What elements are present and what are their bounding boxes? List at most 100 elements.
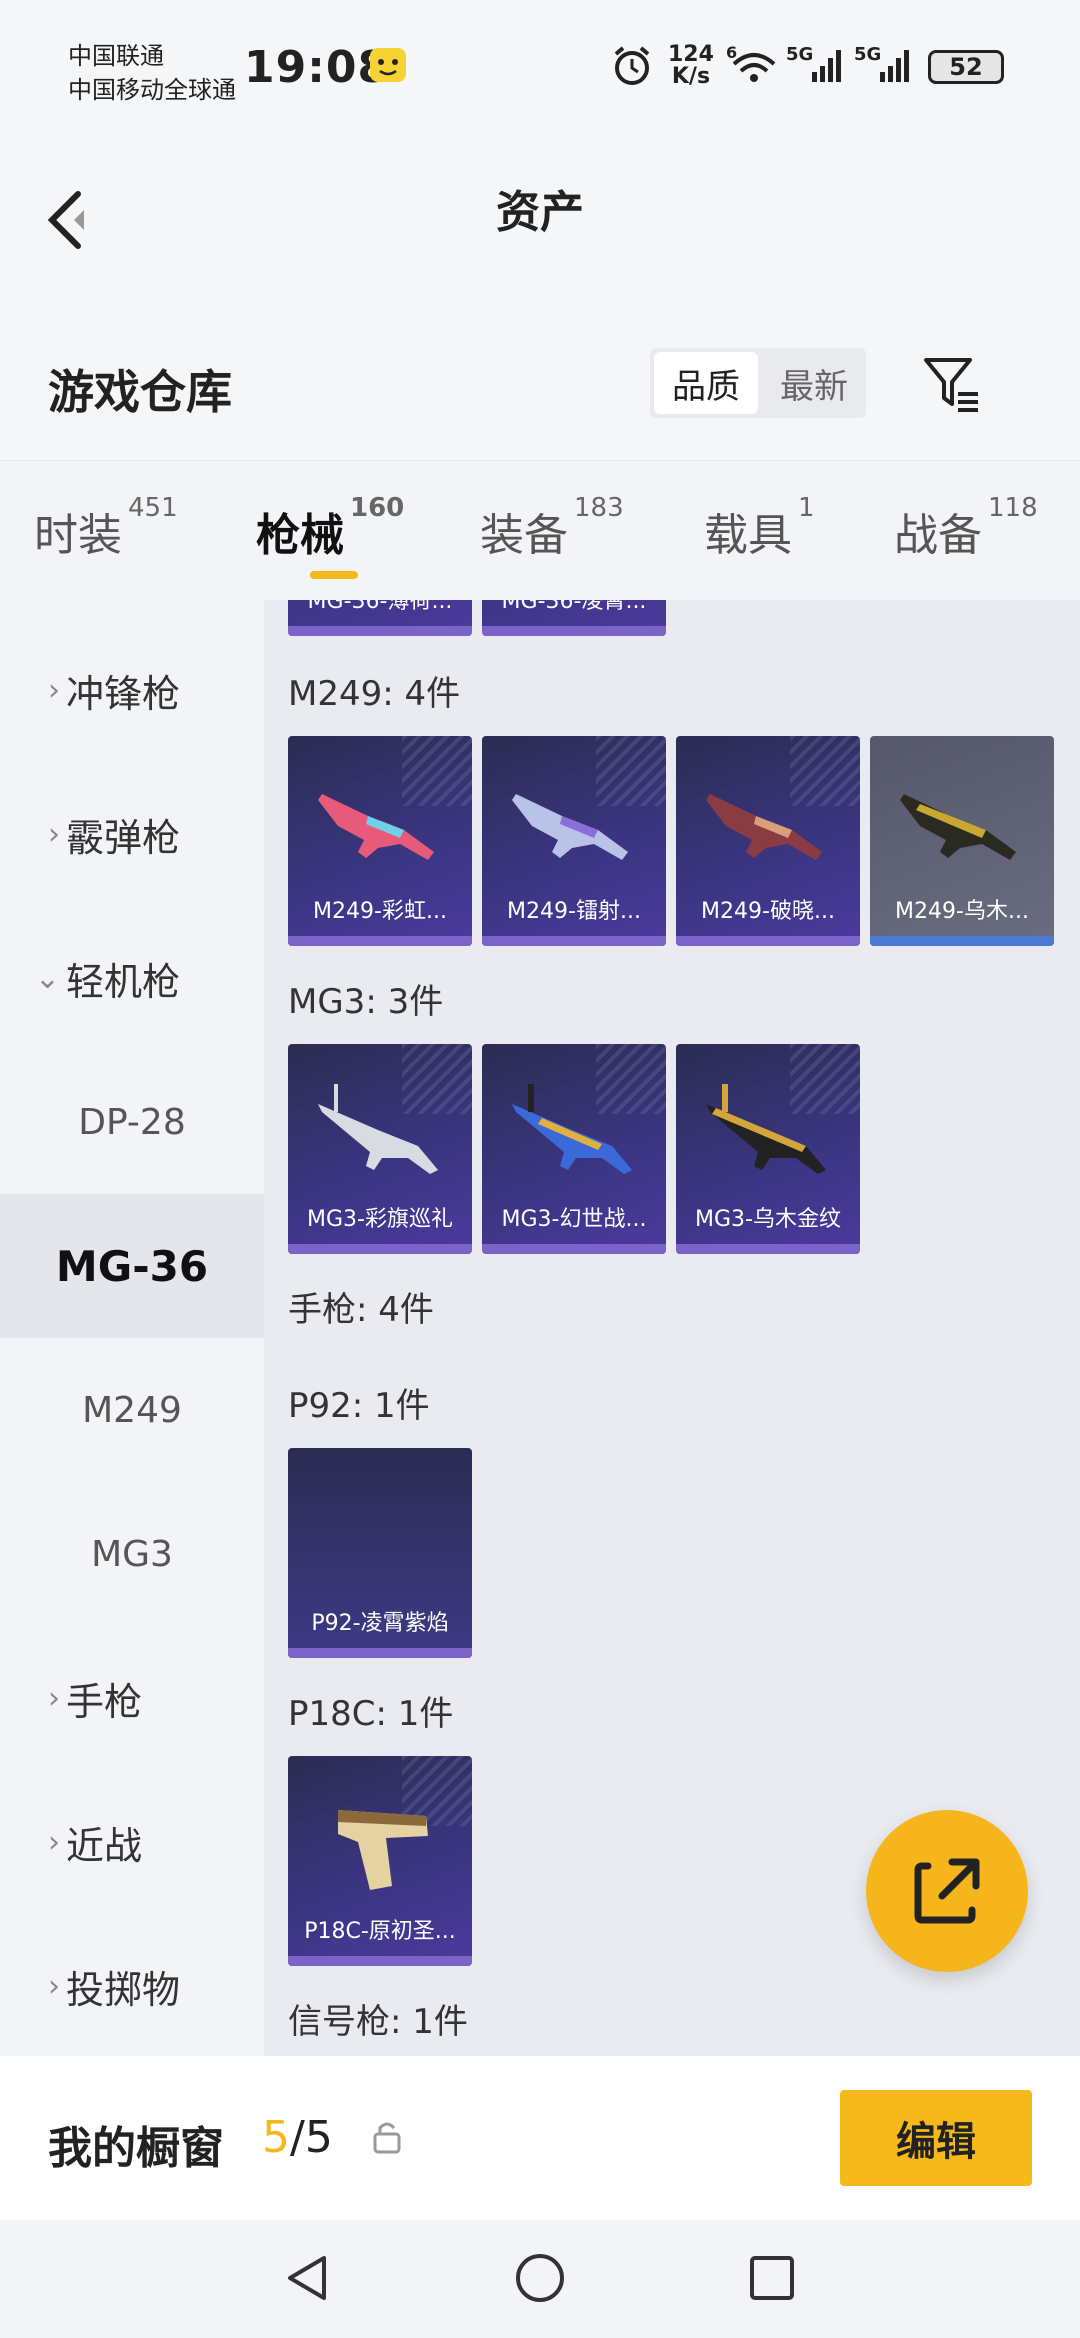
sidebar-subitem-mg36[interactable]: MG-36 — [0, 1194, 264, 1338]
rarity-bar — [288, 1956, 472, 1966]
skin-card[interactable]: MG-36-凌霄... — [482, 600, 666, 636]
showcase-used: 5 — [262, 2112, 290, 2163]
tab-count: 118 — [988, 493, 1038, 523]
section-heading-m249: M249: 4件 — [288, 674, 461, 714]
skin-name: MG-36-凌霄... — [501, 600, 647, 614]
skin-name: P92-凌霄紫焰 — [311, 1611, 449, 1636]
chevron-right-icon: › — [48, 1824, 60, 1860]
tab-supplies[interactable]: 战备118 — [894, 493, 1038, 563]
skin-card-mg3-fantasy[interactable]: MG3-幻世战... — [482, 1044, 666, 1254]
skin-card-m249-ebony[interactable]: M249-乌木... — [870, 736, 1054, 946]
skin-card-m249-rainbow[interactable]: M249-彩虹... — [288, 736, 472, 946]
showcase-total: /5 — [290, 2112, 333, 2163]
rarity-bar — [870, 936, 1054, 946]
rarity-bar — [288, 1648, 472, 1658]
skin-card-mg3-flag[interactable]: MG3-彩旗巡礼 — [288, 1044, 472, 1254]
sidebar-item-label: 近战 — [66, 1823, 143, 1868]
skin-name: M249-破晓... — [701, 899, 835, 924]
sort-option-newest[interactable]: 最新 — [762, 348, 866, 418]
section-heading-signal-gun: 信号枪: 1件 — [288, 2002, 468, 2042]
tab-count: 183 — [574, 493, 624, 523]
skin-name: MG-36-薄荷... — [307, 600, 453, 614]
skin-card[interactable]: MG-36-薄荷... — [288, 600, 472, 636]
section-heading-mg3: MG3: 3件 — [288, 982, 444, 1022]
filter-icon — [924, 358, 978, 412]
home-circle-icon[interactable] — [512, 2250, 568, 2306]
battery-icon: 52 — [928, 50, 1004, 84]
sidebar-subitem-mg3[interactable]: MG3 — [0, 1482, 264, 1626]
sidebar-item-pistol[interactable]: › 手枪 — [0, 1626, 264, 1770]
tab-count: 1 — [798, 493, 815, 523]
share-button[interactable] — [866, 1810, 1028, 1972]
sidebar-item-label: 轻机枪 — [66, 959, 181, 1004]
sidebar-item-label: 霰弹枪 — [66, 815, 181, 860]
tab-label: 战备 — [894, 510, 982, 561]
lock-icon — [372, 2118, 402, 2154]
sidebar-item-melee[interactable]: › 近战 — [0, 1770, 264, 1914]
skin-card-mg3-ebony[interactable]: MG3-乌木金纹 — [676, 1044, 860, 1254]
sidebar-item-label: 投掷物 — [66, 1967, 181, 2012]
sidebar-subitem-m249[interactable]: M249 — [0, 1338, 264, 1482]
m249-rifle-icon — [318, 794, 434, 860]
section-heading-p18c: P18C: 1件 — [288, 1694, 454, 1734]
back-triangle-icon[interactable] — [280, 2250, 336, 2306]
chevron-right-icon: › — [48, 1968, 60, 2004]
skin-card-p92[interactable]: P92-凌霄紫焰 — [288, 1448, 472, 1658]
rarity-bar — [676, 1244, 860, 1254]
carrier-2: 中国移动全球通 — [68, 76, 236, 104]
sort-option-quality[interactable]: 品质 — [654, 352, 758, 414]
app-notification-icon — [366, 42, 410, 86]
sidebar-item-throwables[interactable]: › 投掷物 — [0, 1914, 264, 2058]
showcase-count: 5/5 — [262, 2112, 333, 2163]
sidebar-item-shotgun[interactable]: › 霰弹枪 — [0, 762, 264, 906]
sidebar-subitem-dp28[interactable]: DP-28 — [0, 1050, 264, 1194]
signal-sim1-icon: 5G — [786, 42, 846, 86]
edit-button[interactable]: 编辑 — [840, 2090, 1032, 2186]
sort-toggle: 品质 最新 — [650, 348, 866, 418]
m249-rifle-icon — [706, 794, 822, 860]
skin-card-m249-laser[interactable]: M249-镭射... — [482, 736, 666, 946]
speed-value: 124 — [668, 42, 714, 67]
network-speed: 124 K/s — [668, 44, 714, 88]
carrier-1: 中国联通 — [68, 42, 164, 70]
rarity-bar — [482, 936, 666, 946]
tab-label: 载具 — [704, 510, 792, 561]
tab-firearms[interactable]: 枪械160 — [256, 493, 404, 563]
showcase-bar: 我的橱窗 5/5 编辑 — [0, 2056, 1080, 2220]
sim1-tag: 5G — [786, 44, 813, 65]
skin-card-p18c[interactable]: P18C-原初圣... — [288, 1756, 472, 1966]
tab-vehicles[interactable]: 载具1 — [704, 493, 815, 563]
tab-label: 枪械 — [256, 510, 344, 561]
skin-card-m249-dawn[interactable]: M249-破晓... — [676, 736, 860, 946]
system-nav-bar — [0, 2220, 1080, 2338]
mg3-rifle-icon — [318, 1084, 438, 1174]
skin-name: MG3-幻世战... — [501, 1207, 647, 1232]
warehouse-title: 游戏仓库 — [48, 365, 232, 419]
alarm-icon — [610, 44, 654, 88]
category-tabs: 时装451 枪械160 装备183 载具1 战备118 — [0, 460, 1080, 601]
recents-square-icon[interactable] — [744, 2250, 800, 2306]
skin-name: MG3-乌木金纹 — [695, 1207, 841, 1232]
battery-level: 52 — [949, 53, 983, 81]
section-heading-pistol: 手枪: 4件 — [288, 1290, 434, 1330]
speed-unit: K/s — [671, 64, 711, 89]
tab-equipment[interactable]: 装备183 — [480, 493, 624, 563]
chevron-down-icon: ⌄ — [34, 960, 60, 996]
header: 资产 游戏仓库 品质 最新 — [0, 120, 1080, 460]
share-icon — [914, 1858, 980, 1924]
showcase-title: 我的橱窗 — [48, 2123, 224, 2174]
sidebar-item-label: 冲锋枪 — [66, 671, 181, 716]
filter-button[interactable] — [920, 352, 984, 416]
chevron-right-icon: › — [48, 816, 60, 852]
status-bar: 中国联通 中国移动全球通 19:08 124 K/s 6 5G 5G 52 — [0, 0, 1080, 120]
mg3-rifle-icon — [706, 1084, 826, 1174]
chevron-right-icon: › — [48, 1680, 60, 1716]
skin-name: P18C-原初圣... — [304, 1919, 456, 1944]
tab-count: 160 — [350, 493, 405, 523]
tab-fashion[interactable]: 时装451 — [34, 493, 178, 563]
sidebar-item-smg[interactable]: › 冲锋枪 — [0, 618, 264, 762]
mg3-rifle-icon — [512, 1084, 632, 1174]
weapon-category-sidebar: › 冲锋枪 › 霰弹枪 ⌄ 轻机枪 DP-28 MG-36 M249 MG3 › 手枪 … — [0, 600, 264, 2056]
m249-rifle-icon — [900, 794, 1016, 860]
sidebar-item-lmg[interactable]: ⌄ 轻机枪 — [0, 906, 264, 1050]
